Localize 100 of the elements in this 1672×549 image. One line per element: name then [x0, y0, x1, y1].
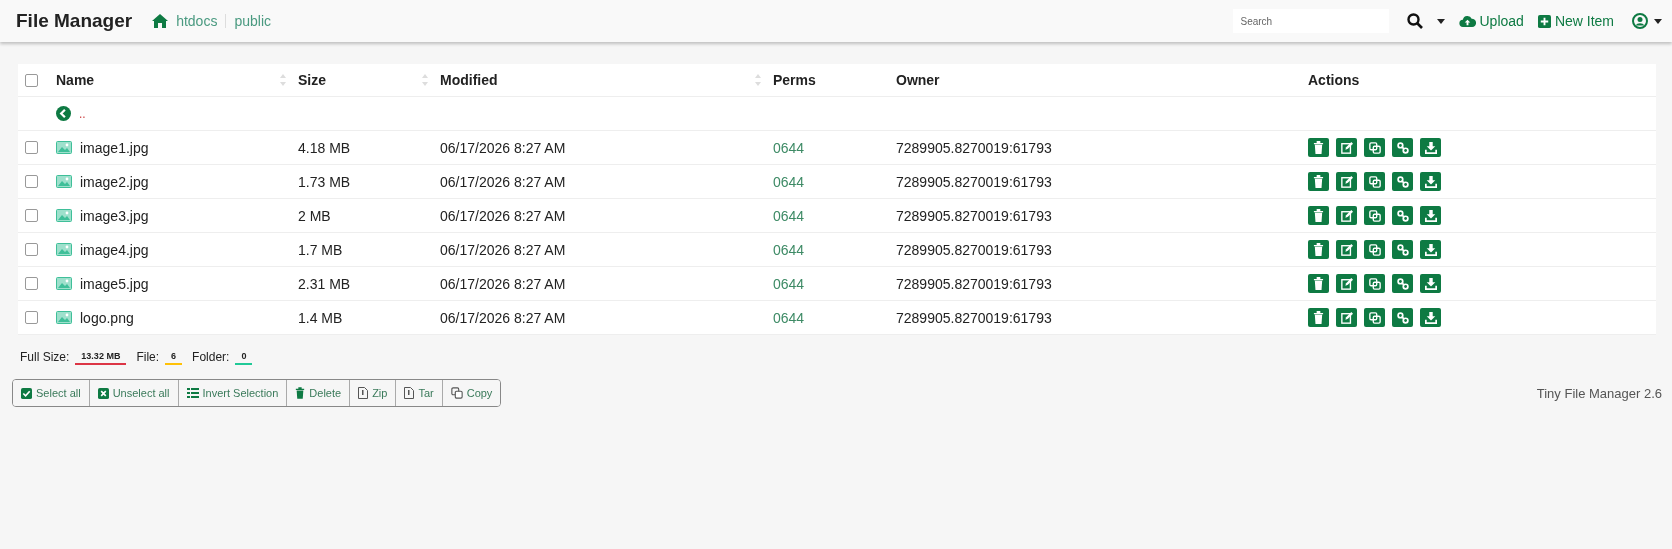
copy-icon — [450, 387, 463, 399]
link-icon — [1396, 277, 1409, 290]
modified-date: 06/17/2026 8:27 AM — [440, 207, 566, 224]
app-title: File Manager — [16, 10, 133, 32]
copy-button[interactable] — [1364, 308, 1385, 327]
copy-icon — [1368, 277, 1381, 290]
parent-folder-link[interactable]: .. — [79, 106, 86, 121]
summary-value: 0 — [235, 349, 253, 365]
breadcrumb-link[interactable]: htdocs — [176, 13, 218, 29]
delete-button[interactable] — [1308, 240, 1329, 259]
search-icon[interactable] — [1406, 13, 1423, 29]
bulk-action-button[interactable]: Select all — [13, 380, 90, 406]
new-item-link[interactable]: New Item — [1537, 13, 1614, 29]
rename-button[interactable] — [1336, 274, 1357, 293]
trash-icon — [1313, 175, 1324, 188]
file-size: 2 MB — [298, 207, 331, 224]
column-header: Perms — [773, 72, 816, 88]
rename-button[interactable] — [1336, 206, 1357, 225]
row-checkbox[interactable] — [25, 141, 38, 154]
select-all-checkbox[interactable] — [25, 73, 38, 87]
file-name-link[interactable]: logo.png — [80, 309, 134, 326]
link-button[interactable] — [1392, 308, 1413, 327]
download-button[interactable] — [1420, 240, 1441, 259]
permissions-link[interactable]: 0644 — [773, 275, 805, 292]
link-button[interactable] — [1392, 274, 1413, 293]
copy-icon — [1368, 243, 1381, 256]
file-name-link[interactable]: image2.jpg — [80, 173, 149, 190]
file-name-link[interactable]: image3.jpg — [80, 207, 149, 224]
file-owner: 7289905.8270019:61793 — [896, 173, 1052, 190]
download-button[interactable] — [1420, 206, 1441, 225]
x-box-icon — [97, 387, 109, 399]
rename-button[interactable] — [1336, 138, 1357, 157]
copy-icon — [1368, 141, 1381, 154]
column-header[interactable]: Name — [56, 72, 286, 88]
file-size: 4.18 MB — [298, 139, 351, 156]
file-owner: 7289905.8270019:61793 — [896, 139, 1052, 156]
upload-link[interactable]: Upload — [1458, 13, 1524, 29]
link-button[interactable] — [1392, 206, 1413, 225]
permissions-link[interactable]: 0644 — [773, 173, 805, 190]
column-header[interactable]: Modified — [440, 72, 761, 88]
plus-icon — [1537, 14, 1551, 28]
file-icon — [358, 387, 369, 399]
permissions-link[interactable]: 0644 — [773, 139, 805, 156]
download-button[interactable] — [1420, 138, 1441, 157]
trash-icon — [295, 387, 306, 399]
row-checkbox[interactable] — [25, 175, 38, 188]
copy-button[interactable] — [1364, 274, 1385, 293]
cloud-upload-icon — [1458, 14, 1476, 28]
copy-button[interactable] — [1364, 138, 1385, 157]
row-checkbox[interactable] — [25, 243, 38, 256]
user-icon — [1632, 13, 1648, 29]
file-owner: 7289905.8270019:61793 — [896, 275, 1052, 292]
edit-icon — [1340, 243, 1353, 256]
download-button[interactable] — [1420, 308, 1441, 327]
download-button[interactable] — [1420, 172, 1441, 191]
download-icon — [1424, 175, 1437, 188]
rename-button[interactable] — [1336, 308, 1357, 327]
home-icon[interactable] — [152, 14, 169, 28]
modified-date: 06/17/2026 8:27 AM — [440, 309, 566, 326]
row-checkbox[interactable] — [25, 311, 38, 324]
permissions-link[interactable]: 0644 — [773, 207, 805, 224]
copy-button[interactable] — [1364, 240, 1385, 259]
version-text: Tiny File Manager 2.6 — [1536, 385, 1662, 401]
file-name-link[interactable]: image4.jpg — [80, 241, 149, 258]
permissions-link[interactable]: 0644 — [773, 309, 805, 326]
row-checkbox[interactable] — [25, 209, 38, 222]
modified-date: 06/17/2026 8:27 AM — [440, 275, 566, 292]
rename-button[interactable] — [1336, 240, 1357, 259]
file-name-link[interactable]: image1.jpg — [80, 139, 149, 156]
image-file-icon — [56, 175, 72, 188]
search-field[interactable]: Search — [1232, 9, 1389, 33]
image-file-icon — [56, 277, 72, 290]
breadcrumb-link[interactable]: public — [234, 13, 271, 29]
file-size: 2.31 MB — [298, 275, 351, 292]
image-file-icon — [56, 311, 72, 324]
delete-button[interactable] — [1308, 172, 1329, 191]
link-button[interactable] — [1392, 138, 1413, 157]
file-owner: 7289905.8270019:61793 — [896, 207, 1052, 224]
delete-button[interactable] — [1308, 308, 1329, 327]
rename-button[interactable] — [1336, 172, 1357, 191]
row-checkbox[interactable] — [25, 277, 38, 290]
link-icon — [1396, 243, 1409, 256]
copy-button[interactable] — [1364, 206, 1385, 225]
link-icon — [1396, 209, 1409, 222]
column-header[interactable]: Size — [298, 72, 428, 88]
caret-icon[interactable] — [1436, 18, 1445, 24]
permissions-link[interactable]: 0644 — [773, 241, 805, 258]
download-button[interactable] — [1420, 274, 1441, 293]
delete-button[interactable] — [1308, 274, 1329, 293]
delete-button[interactable] — [1308, 138, 1329, 157]
copy-button[interactable] — [1364, 172, 1385, 191]
user-menu-button[interactable] — [1632, 13, 1662, 29]
edit-icon — [1340, 209, 1353, 222]
back-icon[interactable] — [56, 106, 71, 121]
trash-icon — [1313, 311, 1324, 324]
file-name-link[interactable]: image5.jpg — [80, 275, 149, 292]
link-button[interactable] — [1392, 240, 1413, 259]
link-button[interactable] — [1392, 172, 1413, 191]
image-file-icon — [56, 141, 72, 154]
delete-button[interactable] — [1308, 206, 1329, 225]
